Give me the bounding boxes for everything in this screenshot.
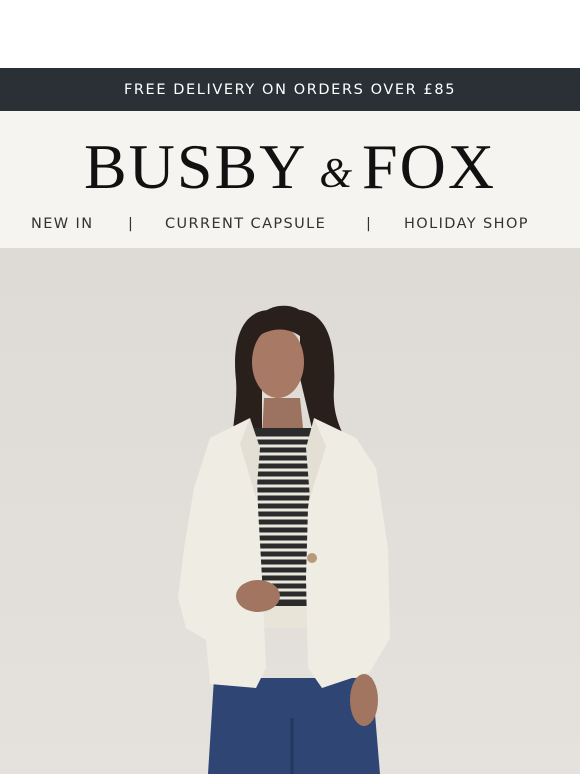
nav-item-holiday-shop[interactable]: HOLIDAY SHOP (404, 216, 529, 232)
logo-word-left: BUSBY (83, 131, 308, 202)
main-navigation: NEW IN | CURRENT CAPSULE | HOLIDAY SHOP (0, 204, 580, 246)
logo-ampersand: & (319, 151, 353, 197)
top-spacer (0, 0, 580, 68)
brand-logo[interactable]: BUSBY & FOX (0, 129, 580, 205)
hero-image[interactable] (0, 248, 580, 774)
nav-separator: | (128, 216, 135, 232)
nav-item-new-in[interactable]: NEW IN (31, 216, 93, 232)
logo-word-right: FOX (362, 131, 497, 202)
promo-banner[interactable]: FREE DELIVERY ON ORDERS OVER £85 (0, 68, 580, 111)
nav-item-current-capsule[interactable]: CURRENT CAPSULE (165, 216, 326, 232)
nav-separator: | (366, 216, 373, 232)
promo-text: FREE DELIVERY ON ORDERS OVER £85 (123, 81, 457, 98)
model-illustration (178, 305, 390, 774)
